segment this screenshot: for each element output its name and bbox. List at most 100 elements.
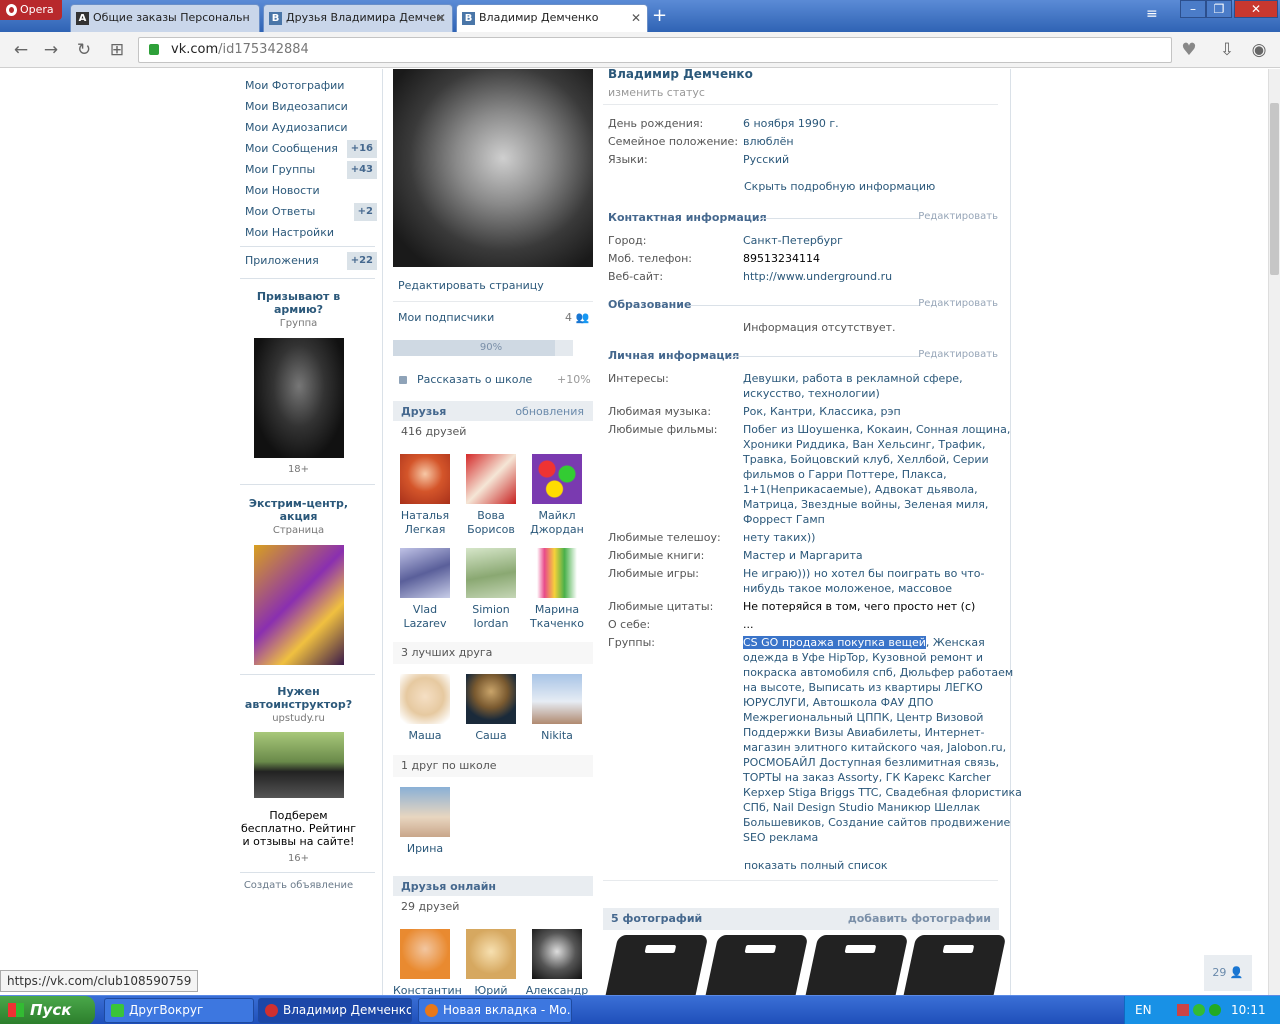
hide-details-link[interactable]: Скрыть подробную информацию [744, 179, 935, 194]
page-scrollbar[interactable] [1268, 69, 1280, 995]
family-value[interactable]: влюблён [743, 134, 794, 149]
edit-education-link[interactable]: Редактировать [918, 298, 998, 309]
tv-value[interactable]: нету таких)) [743, 530, 815, 545]
language-value[interactable]: Русский [743, 152, 789, 167]
ad-title[interactable]: Нужен автоинструктор? [240, 685, 357, 711]
online-friend-card[interactable]: Юрий [459, 929, 523, 998]
sidebar-item-videos[interactable]: Мои Видеозаписи [245, 98, 377, 116]
groups-line[interactable]: РОСМОБАЙЛ Доступная безлимитная связь, [743, 755, 1022, 770]
maximize-button[interactable]: ❐ [1206, 0, 1232, 18]
heart-icon[interactable]: ♥ [1178, 40, 1200, 60]
groups-line[interactable]: Керхер Stiga Briggs TTC, Свадебная флори… [743, 785, 1022, 800]
groups-line[interactable]: ТОРТЫ на заказ Assorty, ГК Карекс Karche… [743, 770, 1022, 785]
sidebar-item-groups[interactable]: Мои Группы +43 [245, 161, 377, 179]
sidebar-item-photos[interactable]: Мои Фотографии [245, 77, 377, 95]
reload-icon[interactable]: ↻ [73, 40, 95, 60]
new-tab-button[interactable]: + [652, 6, 667, 26]
city-value[interactable]: Санкт-Петербург [743, 233, 843, 248]
add-photos-link[interactable]: добавить фотографии [848, 908, 991, 930]
speed-dial-icon[interactable]: ⊞ [106, 40, 128, 60]
opera-menu-button[interactable]: Opera [0, 0, 62, 20]
show-full-list-link[interactable]: показать полный список [744, 858, 888, 873]
close-tab-icon[interactable]: ✕ [436, 5, 446, 31]
photo-album-icon[interactable] [903, 935, 1007, 995]
change-status-link[interactable]: изменить статус [608, 86, 705, 99]
books-value[interactable]: Мастер и Маргарита [743, 548, 863, 563]
sidebar-item-audio[interactable]: Мои Аудиозаписи [245, 119, 377, 137]
groups-line[interactable]: Поддержки Визы Авиабилеты, Интернет- [743, 725, 1022, 740]
download-icon[interactable]: ⇩ [1216, 40, 1238, 60]
subscribers-link[interactable]: Мои подписчики [398, 311, 494, 324]
scrollbar-thumb[interactable] [1270, 103, 1279, 275]
group-link-selected[interactable]: CS GO продажа покупка вещей [743, 636, 926, 649]
friend-card[interactable]: Вова Борисов [459, 454, 523, 537]
address-bar[interactable]: vk.com/id175342884 [138, 37, 1172, 63]
groups-line[interactable]: Межрегиональный ЦППК, Центр Визовой [743, 710, 1022, 725]
sidebar-item-settings[interactable]: Мои Настройки [245, 224, 377, 242]
online-friend-card[interactable]: Александр [525, 929, 589, 998]
friend-card[interactable]: Vlad Lazarev [393, 548, 457, 631]
drugvokrug-tray-icon[interactable] [1209, 1004, 1221, 1016]
create-ad-link[interactable]: Создать объявление [240, 880, 357, 891]
best-friend-card[interactable]: Nikita [525, 674, 589, 743]
birthday-value[interactable]: 6 ноября 1990 г. [743, 116, 839, 131]
taskbar-item[interactable]: Владимир Демченко... [258, 998, 412, 1023]
tab-profile[interactable]: B Владимир Демченко ✕ [456, 4, 648, 33]
groups-line[interactable]: магазин элитного китайского чая, Jalobon… [743, 740, 1022, 755]
sidebar-item-answers[interactable]: Мои Ответы +2 [245, 203, 377, 221]
sidebar-item-messages[interactable]: Мои Сообщения +16 [245, 140, 377, 158]
online-friend-card[interactable]: Константин [393, 929, 462, 998]
minimize-button[interactable]: – [1180, 0, 1206, 18]
photo-album-icon[interactable] [705, 935, 809, 995]
ad-title[interactable]: Призывают в армию? [240, 290, 357, 316]
start-button[interactable]: Пуск [0, 996, 95, 1024]
films-value[interactable]: Побег из Шоушенка, Кокаин, Сонная лощина… [743, 422, 1010, 527]
forward-icon[interactable]: → [40, 40, 62, 60]
school-link[interactable]: Рассказать о школе [417, 373, 532, 386]
edit-contacts-link[interactable]: Редактировать [918, 211, 998, 222]
taskbar-item[interactable]: ДругВокруг [104, 998, 254, 1023]
profile-photo[interactable] [393, 69, 593, 267]
edit-page-link[interactable]: Редактировать страницу [398, 279, 544, 292]
games-value[interactable]: Не играю))) но хотел бы поиграть во что-… [743, 566, 984, 596]
groups-line[interactable]: СПб, Nail Design Studio Маникюр Шеллак [743, 800, 1022, 815]
friend-card[interactable]: Наталья Легкая [393, 454, 457, 537]
ad-image[interactable] [254, 732, 344, 798]
group-link[interactable]: , Женская [926, 636, 985, 649]
groups-line[interactable]: покраска автомобиля спб, Дюльфер работае… [743, 665, 1022, 680]
friends-header[interactable]: Друзья обновления [393, 401, 593, 423]
groups-line[interactable]: ЮРУСЛУГИ, Автошкола ФАУ ДПО [743, 695, 1022, 710]
tab-friends[interactable]: B Друзья Владимира Демчен ✕ [263, 4, 453, 32]
tab-orders[interactable]: A Общие заказы Персональн [70, 4, 260, 32]
interests-value[interactable]: Девушки, работа в рекламной сфере, искусс… [743, 371, 963, 401]
friend-card[interactable]: Марина Ткаченко [525, 548, 589, 631]
tab-menu-icon[interactable]: ≡ [1146, 6, 1158, 22]
school-friend-card[interactable]: Ирина [393, 787, 457, 856]
photos-header[interactable]: 5 фотографий добавить фотографии [603, 908, 999, 930]
network-icon[interactable] [1177, 1004, 1189, 1016]
language-indicator[interactable]: EN [1135, 996, 1152, 1024]
torrent-icon[interactable] [1193, 1004, 1205, 1016]
sidebar-item-apps[interactable]: Приложения +22 [245, 252, 377, 270]
groups-line[interactable]: SEO реклама [743, 830, 1022, 845]
edit-personal-link[interactable]: Редактировать [918, 349, 998, 360]
taskbar-item[interactable]: Новая вкладка - Мо... [418, 998, 572, 1023]
music-value[interactable]: Рок, Кантри, Классика, рэп [743, 404, 901, 419]
ad-image[interactable] [254, 338, 344, 458]
groups-line[interactable]: одежда в Уфе HipTop, Кузовной ремонт и [743, 650, 1022, 665]
sidebar-item-news[interactable]: Мои Новости [245, 182, 377, 200]
friend-card[interactable]: Майкл Джордан [525, 454, 589, 537]
online-counter[interactable]: 29 👤 [1204, 955, 1252, 991]
friends-updates-link[interactable]: обновления [515, 401, 584, 423]
friends-count[interactable]: 416 друзей [393, 421, 593, 443]
ad-title[interactable]: Экстрим-центр, акция [240, 497, 357, 523]
account-icon[interactable]: ◉ [1248, 40, 1270, 60]
ad-image[interactable] [254, 545, 344, 665]
photo-album-icon[interactable] [605, 935, 709, 995]
online-friends-header[interactable]: Друзья онлайн [393, 876, 593, 898]
close-tab-icon[interactable]: ✕ [631, 5, 641, 31]
friend-card[interactable]: Simion Iordan [459, 548, 523, 631]
close-window-button[interactable]: ✕ [1234, 0, 1278, 18]
back-icon[interactable]: ← [10, 40, 32, 60]
groups-line[interactable]: на высоте, Выписать из квартиры ЛЕГКО [743, 680, 1022, 695]
